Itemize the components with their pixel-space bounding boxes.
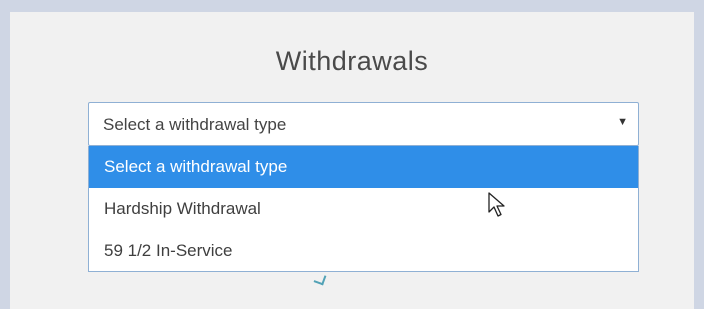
mouse-pointer-icon (488, 192, 505, 217)
withdrawal-type-select[interactable]: Select a withdrawal type ▼ (88, 102, 639, 146)
screen-background: Withdrawals Select a withdrawal type ▼ S… (0, 0, 704, 309)
option-select-withdrawal-type[interactable]: Select a withdrawal type (89, 146, 638, 188)
partially-hidden-content-mark (313, 272, 327, 286)
page-title: Withdrawals (275, 46, 429, 76)
select-current-value: Select a withdrawal type (103, 115, 287, 134)
withdrawal-type-dropdown: Select a withdrawal type Hardship Withdr… (88, 146, 639, 272)
withdrawals-panel: Withdrawals Select a withdrawal type ▼ S… (10, 12, 694, 309)
option-59-half-in-service[interactable]: 59 1/2 In-Service (89, 230, 638, 272)
option-hardship-withdrawal[interactable]: Hardship Withdrawal (89, 188, 638, 230)
caret-down-icon: ▼ (617, 116, 628, 128)
